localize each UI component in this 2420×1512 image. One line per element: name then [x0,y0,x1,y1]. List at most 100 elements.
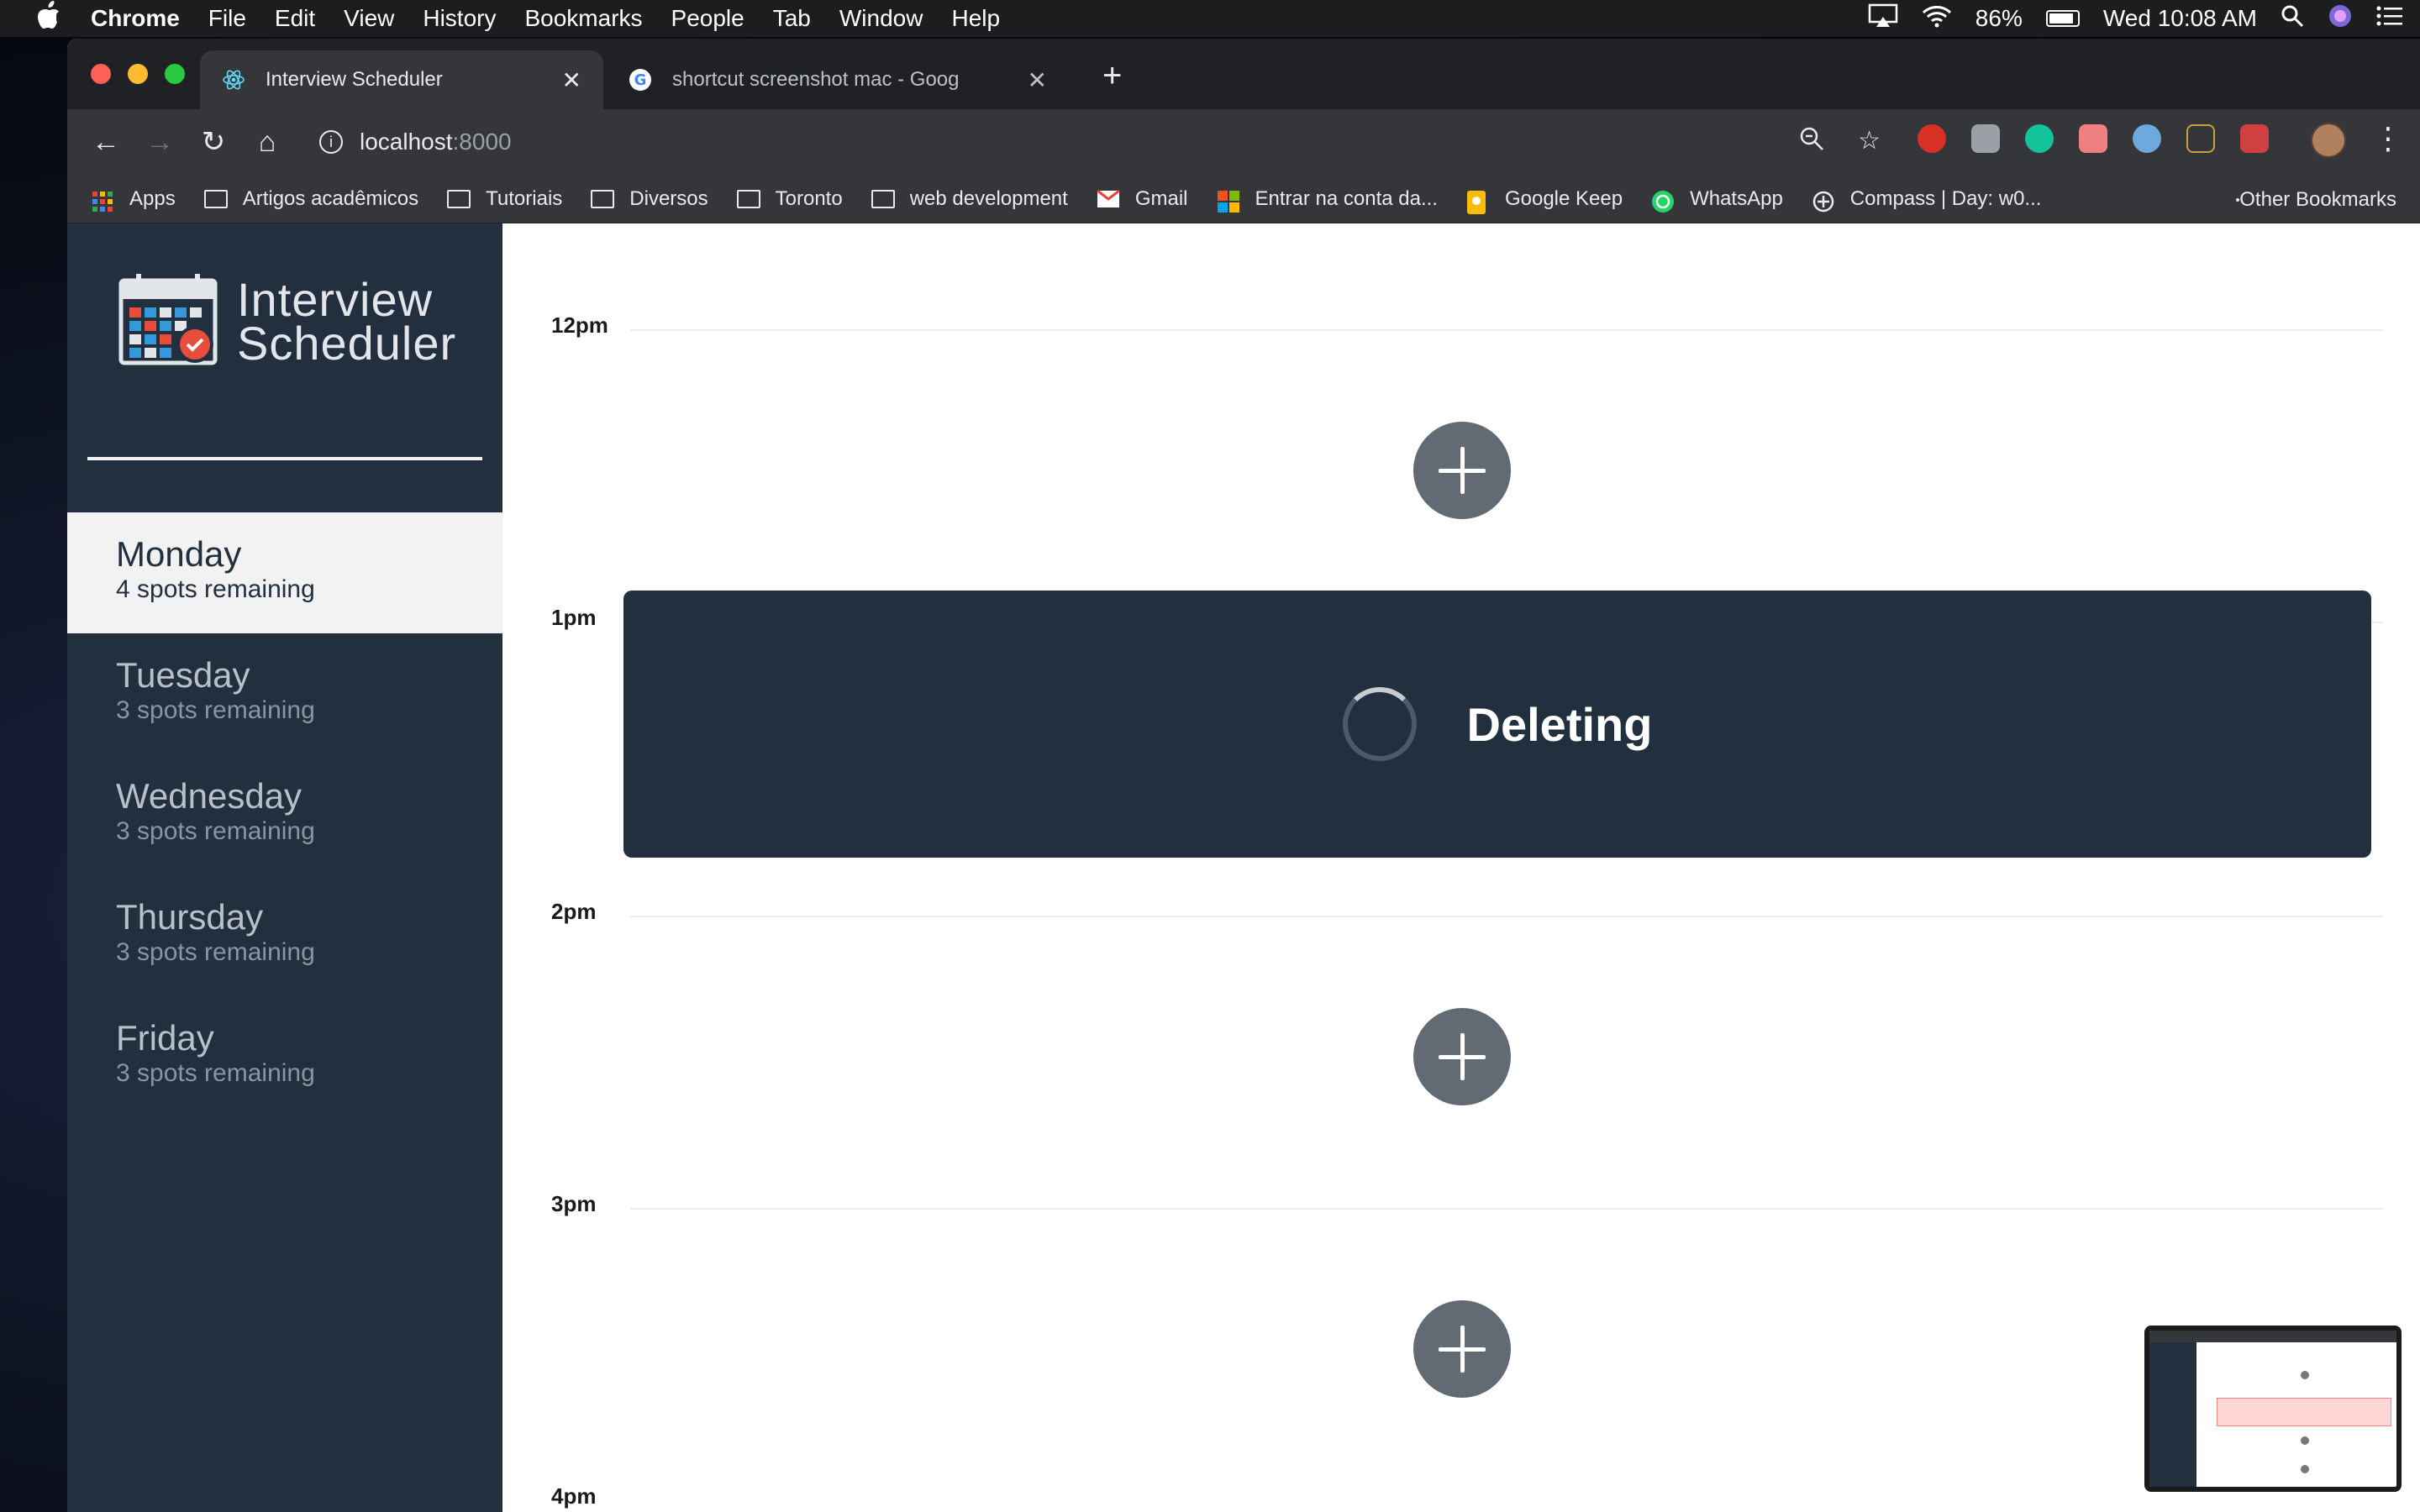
tab-title: Interview Scheduler [266,68,443,91]
sidebar-divider [87,457,482,460]
spotlight-search-icon[interactable] [2281,4,2304,34]
notification-center-icon[interactable] [2376,5,2403,33]
add-appointment-button[interactable] [1413,422,1511,519]
calendar-logo-icon [118,272,218,370]
thumbnail-add-dot [2301,1436,2309,1445]
siri-icon[interactable] [2328,3,2353,34]
day-name: Tuesday [116,655,250,695]
hour-label: 3pm [551,1191,597,1216]
clock[interactable]: Wed 10:08 AM [2103,5,2257,32]
back-arrow-icon[interactable]: ← [79,126,133,159]
close-tab-icon[interactable]: ✕ [1028,66,1047,94]
menu-help[interactable]: Help [951,5,1000,32]
hour-label: 2pm [551,899,597,924]
bookmark-whatsapp[interactable]: WhatsApp [1651,187,1783,213]
bookmark-label: Gmail [1134,186,1188,210]
react-devtools-extension-icon[interactable] [2240,124,2269,153]
day-item-tuesday[interactable]: Tuesday 3 spots remaining [67,633,502,754]
bookmark-artigos[interactable]: Artigos acadêmicos [203,187,418,211]
address-bar[interactable]: i localhost:8000 ☆ [301,118,1881,166]
gmail-icon [1096,189,1120,208]
folder-icon [203,189,228,208]
glasses-extension-icon[interactable] [2133,124,2161,153]
minimize-window-button[interactable] [128,64,148,84]
menu-view[interactable]: View [344,5,394,32]
close-tab-icon[interactable]: ✕ [562,66,581,94]
grammarly-extension-icon[interactable] [2025,124,2054,153]
bookmark-google-keep[interactable]: Google Keep [1466,187,1623,214]
bookmark-diversos[interactable]: Diversos [591,187,708,211]
hour-divider [630,1208,2383,1210]
video-extension-icon[interactable] [2079,124,2107,153]
apps-grid-icon [91,190,114,212]
wifi-icon[interactable] [1922,4,1952,34]
close-window-button[interactable] [91,64,111,84]
hour-divider [630,329,2383,331]
bookmark-apps[interactable]: Apps [91,186,176,212]
menu-tab[interactable]: Tab [773,5,811,32]
hour-marker-2pm: 2pm [502,899,2420,932]
hour-marker-4pm: 4pm [502,1483,2420,1512]
bookmark-star-icon[interactable]: ☆ [1858,126,1881,158]
lightbulb-extension-icon[interactable] [1971,124,2000,153]
apple-icon[interactable] [32,0,66,37]
menu-people[interactable]: People [671,5,744,32]
forward-arrow-icon[interactable]: → [133,126,187,159]
day-item-thursday[interactable]: Thursday 3 spots remaining [67,875,502,996]
bookmark-web-development[interactable]: web development [871,187,1068,211]
menu-file[interactable]: File [208,5,246,32]
browser-toolbar: ← → ↻ ⌂ i localhost:8000 ☆ ⋮ [67,109,2420,175]
reload-icon[interactable]: ↻ [187,125,240,159]
airplay-icon[interactable] [1868,3,1898,34]
day-item-monday[interactable]: Monday 4 spots remaining [67,512,502,633]
extensions-area [1918,124,2269,153]
zoom-icon[interactable] [1799,126,1824,158]
bookmark-label: Toronto [775,186,843,210]
hour-divider [630,916,2383,917]
folder-icon [736,189,760,208]
bookmark-gmail[interactable]: Gmail [1096,186,1188,211]
menu-app-name[interactable]: Chrome [91,5,180,32]
screenshot-thumbnail[interactable] [2144,1326,2402,1492]
app-logo: Interview Scheduler [118,272,456,370]
bookmark-tutoriais[interactable]: Tutoriais [447,187,562,211]
battery-icon[interactable] [2045,10,2080,27]
profile-avatar[interactable] [2311,123,2346,158]
home-icon[interactable]: ⌂ [240,126,294,159]
appointment-status-deleting: Deleting [623,591,2371,858]
more-menu-icon[interactable]: ⋮ [2373,121,2403,156]
bookmark-compass[interactable]: Compass | Day: w0... [1812,187,2041,212]
tab-google-search[interactable]: G shortcut screenshot mac - Goog ✕ [607,50,1069,109]
bookmark-microsoft[interactable]: Entrar na conta da... [1217,187,1438,213]
day-item-friday[interactable]: Friday 3 spots remaining [67,996,502,1117]
menu-bookmarks[interactable]: Bookmarks [524,5,642,32]
maximize-window-button[interactable] [165,64,185,84]
tab-title: shortcut screenshot mac - Goog [672,68,960,91]
google-icon: G [629,68,652,92]
menu-edit[interactable]: Edit [275,5,315,32]
bookmark-label: Other Bookmarks [2239,188,2396,211]
adblock-extension-icon[interactable] [1918,124,1946,153]
day-name: Wednesday [116,776,302,816]
macos-menu-bar: Chrome File Edit View History Bookmarks … [0,0,2420,37]
day-name: Friday [116,1018,214,1058]
new-tab-icon[interactable]: + [1102,57,1122,95]
microsoft-icon [1217,190,1240,213]
bookmark-toronto[interactable]: Toronto [736,186,843,211]
app-title-line1: Interview [237,272,434,326]
interview-scheduler-app: Interview Scheduler Monday 4 spots remai… [67,223,2420,1512]
bookmark-other-bookmarks[interactable]: Other Bookmarks [2236,188,2396,212]
day-item-wednesday[interactable]: Wednesday 3 spots remaining [67,754,502,875]
site-info-icon[interactable]: i [319,130,343,154]
hour-label: 1pm [551,605,597,630]
json-extension-icon[interactable] [2186,124,2215,153]
tab-interview-scheduler[interactable]: Interview Scheduler ✕ [200,50,603,109]
compass-icon [1812,190,1835,212]
menu-window[interactable]: Window [839,5,923,32]
sidebar: Interview Scheduler Monday 4 spots remai… [67,223,502,1512]
add-appointment-button[interactable] [1413,1008,1511,1105]
menu-history[interactable]: History [423,5,496,32]
add-appointment-button[interactable] [1413,1300,1511,1398]
bookmark-label: Apps [129,186,176,210]
url-host: localhost [360,129,453,155]
